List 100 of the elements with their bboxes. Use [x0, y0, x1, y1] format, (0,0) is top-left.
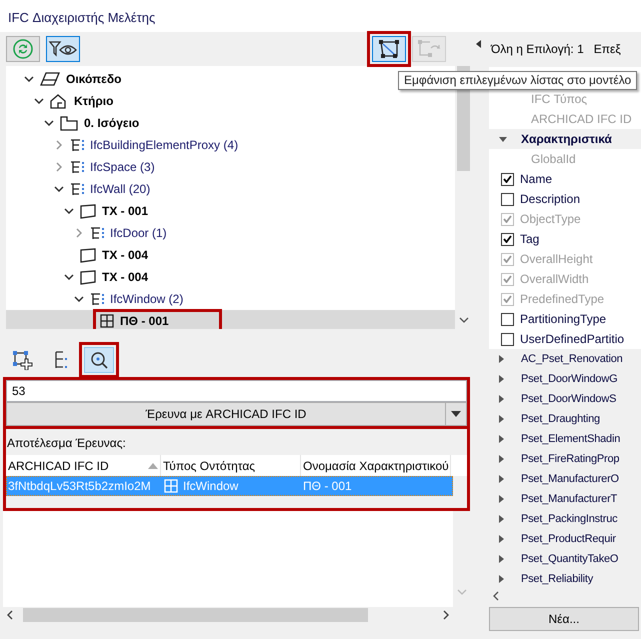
tree-row[interactable]: ΠΘ - 001 [6, 310, 455, 329]
chevron-down-icon[interactable] [64, 274, 74, 280]
tree-row[interactable]: ΤΧ - 004 [6, 266, 152, 288]
scroll-down-icon[interactable] [459, 317, 469, 323]
tree-row[interactable]: ΤΧ - 004 [6, 244, 152, 266]
tree-item-label: IfcDoor (1) [110, 225, 167, 242]
tree-item-label: IfcBuildingElementProxy (4) [90, 137, 238, 154]
tree-row[interactable]: Οικόπεδο [6, 68, 124, 90]
checkbox[interactable] [501, 232, 514, 246]
property-group[interactable]: Pset_ManufacturerT [489, 489, 641, 509]
triangle-right-icon[interactable] [499, 435, 504, 443]
scroll-right-icon[interactable] [443, 610, 449, 620]
edit-label: Επεξ [594, 41, 621, 58]
property-label: OverallHeight [520, 251, 593, 268]
tree-row[interactable]: IfcSpace (3) [6, 156, 158, 178]
chevron-right-icon[interactable] [76, 228, 82, 238]
tooltip: Εμφάνιση επιλεγμένων λίστας στο μοντέλο [398, 71, 638, 90]
chevron-right-icon[interactable] [56, 140, 62, 150]
tree-row[interactable]: Κτήριο [6, 90, 116, 112]
tree-item-label: IfcWindow (2) [110, 291, 184, 308]
triangle-right-icon[interactable] [499, 475, 504, 483]
class-list-icon [89, 292, 105, 306]
property-group[interactable]: Χαρακτηριστικά [489, 129, 641, 149]
triangle-right-icon[interactable] [499, 535, 504, 543]
checkbox[interactable] [501, 172, 514, 186]
property-label: Name [520, 171, 552, 188]
toolbar-button[interactable] [372, 36, 406, 62]
triangle-right-icon[interactable] [499, 515, 504, 523]
class-list-icon [69, 160, 85, 174]
dropdown-arrow-icon[interactable] [451, 411, 461, 417]
tree-row[interactable]: ΤΧ - 001 [6, 200, 152, 222]
property-label: ObjectType [520, 211, 581, 228]
property-label: UserDefinedPartitio [520, 331, 624, 348]
checkbox[interactable] [501, 312, 514, 326]
property-group[interactable]: Pset_Reliability [489, 569, 641, 589]
property-label: PredefinedType [520, 291, 604, 308]
property-group[interactable]: Pset_Draughting [489, 409, 641, 429]
triangle-right-icon[interactable] [499, 495, 504, 503]
chevron-down-icon[interactable] [24, 76, 34, 82]
triangle-right-icon[interactable] [499, 415, 504, 423]
selection-count: Όλη η Επιλογή: 1 [491, 41, 584, 58]
tree-row[interactable]: IfcBuildingElementProxy (4) [6, 134, 242, 156]
property-label: IFC Τύπος [530, 91, 588, 108]
property-group[interactable]: Pset_ProductRequir [489, 529, 641, 549]
chevron-down-icon[interactable] [64, 208, 74, 214]
triangle-right-icon[interactable] [499, 555, 504, 563]
property-group[interactable]: Pset_ElementShadin [489, 429, 641, 449]
property-label: ARCHICAD IFC ID [530, 111, 632, 128]
tree-item-label: ΤΧ - 004 [102, 247, 148, 264]
search-button[interactable]: Έρευνα με ARCHICAD IFC ID [6, 402, 467, 426]
table-cell-text: 3fNtbdqLv53Rt5b2zmIo2M [8, 478, 151, 495]
triangle-right-icon[interactable] [499, 575, 504, 583]
mode-button[interactable] [84, 347, 114, 373]
tree-item-label: IfcSpace (3) [90, 159, 155, 176]
check-icon [503, 275, 512, 283]
site-icon [39, 71, 61, 87]
chevron-right-icon[interactable] [56, 162, 62, 172]
property-group[interactable]: Pset_PackingInstruc [489, 509, 641, 529]
property-group[interactable]: Pset_QuantityTakeO [489, 549, 641, 569]
add-selection-icon [12, 350, 34, 370]
new-button[interactable]: Νέα... [489, 607, 639, 631]
search-field[interactable]: 53 [6, 380, 467, 402]
table-cell-text: ΠΘ - 001 [303, 478, 352, 495]
wall-panel-icon [79, 203, 97, 219]
triangle-right-icon[interactable] [499, 375, 504, 383]
checkbox[interactable] [501, 192, 514, 206]
filter-eye-icon [48, 40, 78, 58]
collapse-left-icon[interactable] [476, 40, 481, 48]
tree-row[interactable]: IfcDoor (1) [6, 222, 170, 244]
search-icon [89, 350, 109, 370]
class-list-icon [69, 182, 85, 196]
property-group[interactable]: Pset_DoorWindowG [489, 369, 641, 389]
check-icon [503, 255, 512, 263]
check-icon [503, 235, 512, 243]
window-icon [99, 313, 115, 329]
check-icon [503, 295, 512, 303]
property-group[interactable]: Pset_DoorWindowS [489, 389, 641, 409]
chevron-down-icon[interactable] [34, 98, 44, 104]
tree-item-label: Οικόπεδο [66, 71, 122, 88]
chevron-down-icon[interactable] [74, 296, 84, 302]
triangle-right-icon[interactable] [499, 455, 504, 463]
checkbox[interactable] [501, 332, 514, 346]
tree-row[interactable]: 0. Ισόγειο [6, 112, 142, 134]
property-label: Tag [520, 231, 540, 248]
window-title: IFC Διαχειριστής Μελέτης [0, 0, 641, 32]
chevron-down-icon[interactable] [54, 186, 64, 192]
triangle-right-icon[interactable] [499, 395, 504, 403]
triangle-right-icon[interactable] [499, 355, 504, 363]
check-icon [503, 215, 512, 223]
chevron-down-icon[interactable] [44, 120, 54, 126]
tree-row[interactable]: IfcWall (20) [6, 178, 154, 200]
triangle-down-icon[interactable] [499, 136, 507, 142]
refresh-icon [12, 38, 34, 60]
toolbar-button[interactable] [46, 36, 80, 62]
property-group[interactable]: AC_Pset_Renovation [489, 349, 641, 369]
tree-row[interactable]: IfcWindow (2) [6, 288, 186, 310]
scroll-left-icon[interactable] [493, 591, 499, 601]
property-group[interactable]: Pset_FireRatingProp [489, 449, 641, 469]
property-group[interactable]: Pset_ManufacturerO [489, 469, 641, 489]
scroll-left-icon[interactable] [7, 610, 13, 620]
